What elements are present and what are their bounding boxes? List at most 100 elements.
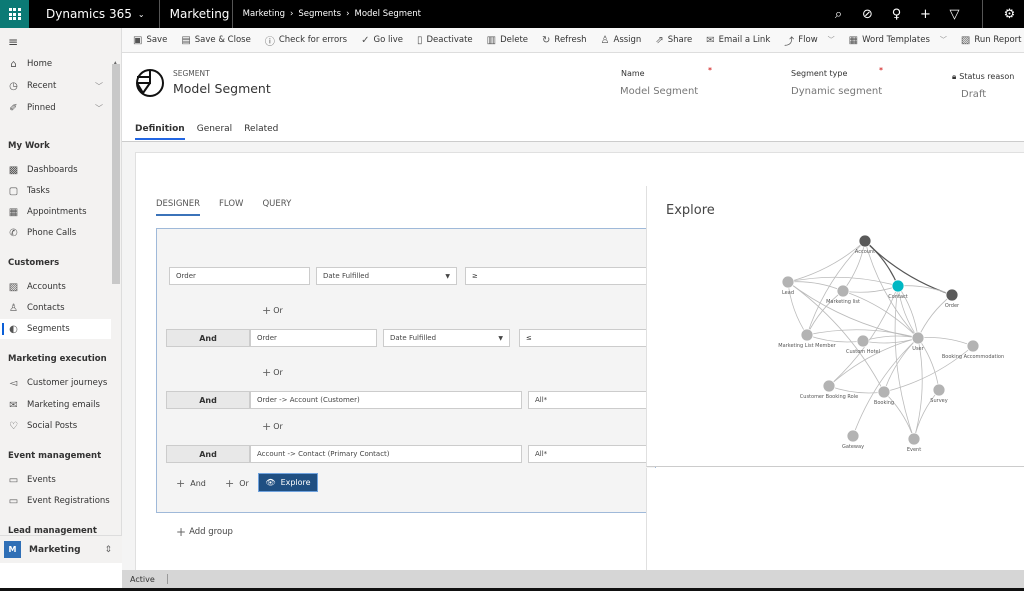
search-icon[interactable]: ⌕ [824,7,853,22]
graph-node[interactable]: Survey [930,383,948,404]
deactivate-button[interactable]: ▯ Deactivate [410,28,480,53]
run-report-button[interactable]: ▧Run Report﹀ [954,28,1024,53]
sidebar-item-customer-journeys[interactable]: ◅ Customer journeys [0,373,111,393]
breadcrumb-item[interactable]: Marketing [243,9,285,19]
graph-node[interactable]: Customer Booking Role [800,379,858,400]
tab-query[interactable]: QUERY [262,199,291,216]
save-close-button[interactable]: ▤ Save & Close [174,28,258,53]
assign-button[interactable]: ♙ Assign [594,28,649,53]
sidebar-item-segments[interactable]: ◐ Segments [0,319,111,339]
area-switcher[interactable]: M Marketing ⇕ [0,535,122,563]
attribute-select[interactable]: Date Fulfilled ▼ [383,329,510,347]
delete-button[interactable]: ▥ Delete [480,28,535,53]
tab-designer[interactable]: DESIGNER [156,199,201,216]
chevron-down-icon[interactable]: ﹀ [95,81,103,92]
add-or-button[interactable]: + Or [262,420,283,433]
gear-icon[interactable]: ⚙ [995,7,1024,22]
breadcrumb-item[interactable]: Segments [298,9,341,19]
sidebar-item-dashboards[interactable]: ▩ Dashboards [0,160,111,180]
graph-node-circle[interactable] [822,379,836,393]
graph-node[interactable]: Event [907,432,921,453]
entity-field[interactable]: Order [250,329,377,347]
graph-node[interactable]: Lead [781,275,795,296]
sidebar-item-contacts[interactable]: ♙ Contacts [0,298,111,318]
go-live-button[interactable]: ✓ Go live [354,28,410,53]
graph-node[interactable]: Marketing List Member [778,328,837,349]
relationship-field[interactable]: Order -> Account (Customer) [250,391,522,409]
tab-general[interactable]: General [197,124,232,140]
graph-node-circle[interactable] [891,279,905,293]
plus-icon[interactable]: + [911,7,940,22]
sidebar-item-tasks[interactable]: ▢ Tasks [0,181,111,201]
sidebar-item-appointments[interactable]: ▦ Appointments [0,202,111,222]
save-button[interactable]: ▣ Save [126,28,174,53]
graph-node[interactable]: Account [855,234,875,255]
operator-select[interactable]: ≤ [519,329,655,347]
add-or-button[interactable]: + Or [262,366,283,379]
share-button[interactable]: ⇗ Share [648,28,699,53]
sidebar-item-accounts[interactable]: ▨ Accounts [0,277,111,297]
hamburger-menu-icon[interactable]: ≡ [8,35,18,49]
app-name-switcher[interactable]: Dynamics 365 ⌄ [29,0,160,28]
word-templates-button[interactable]: ▦ Word Templates ﹀ [842,28,954,53]
tab-definition[interactable]: Definition [135,124,185,140]
graph-node[interactable]: Booking [874,385,894,406]
refresh-button[interactable]: ↻ Refresh [535,28,594,53]
graph-node-circle[interactable] [781,275,795,289]
graph-node-circle[interactable] [966,339,980,353]
entity-field[interactable]: Order [169,267,310,285]
graph-node-circle[interactable] [945,288,959,302]
relationship-field[interactable]: Account -> Contact (Primary Contact) [250,445,522,463]
add-or-button[interactable]: + Or [262,304,283,317]
graph-node-circle[interactable] [836,284,850,298]
sidebar-item-pinned[interactable]: ✐ Pinned ﹀ [0,98,111,118]
add-group-button[interactable]: + Add group [176,525,233,539]
report-icon: ▧ [960,34,971,46]
module-name[interactable]: Marketing [160,0,233,28]
sidebar-item-event-registrations[interactable]: ▭ Event Registrations [0,491,111,511]
add-and-button[interactable]: + And [176,477,206,490]
graph-node[interactable]: Contact [888,279,908,300]
app-launcher-button[interactable] [0,0,29,28]
value-field[interactable]: All* [528,391,655,409]
chevron-down-icon[interactable]: ﹀ [95,103,103,114]
sidebar-item-social-posts[interactable]: ♡ Social Posts [0,416,111,436]
flow-button[interactable]: ⤴ Flow ﹀ [777,28,841,53]
tab-flow[interactable]: FLOW [219,199,243,216]
sidebar-item-events[interactable]: ▭ Events [0,470,111,490]
sidebar-item-marketing-emails[interactable]: ✉ Marketing emails [0,395,111,415]
graph-node-circle[interactable] [800,328,814,342]
account-icon: ▨ [8,281,19,293]
graph-node-circle[interactable] [856,334,870,348]
add-or-button[interactable]: + Or [225,477,249,490]
relationship-graph[interactable]: Account Lead Marketing list Contact Order Mar… [646,186,1024,467]
value-field[interactable]: All* [528,445,655,463]
check-errors-button[interactable]: ⓘ Check for errors [258,28,354,53]
sidebar-item-phone-calls[interactable]: ✆ Phone Calls [0,223,111,243]
lightbulb-icon[interactable]: ♀ [882,7,911,22]
graph-node-circle[interactable] [907,432,921,446]
sidebar-item-home[interactable]: ⌂ Home [0,54,111,74]
filter-icon[interactable]: ▽ [940,7,969,22]
check-circle-icon: ✓ [361,34,370,46]
graph-node[interactable]: Gateway [842,429,864,450]
graph-node-circle[interactable] [877,385,891,399]
status-reason-value: Draft [961,89,987,100]
sidebar-item-recent[interactable]: ◷ Recent ﹀ [0,76,111,96]
sidebar-scrollbar[interactable] [112,64,120,284]
graph-node-circle[interactable] [911,331,925,345]
email-link-button[interactable]: ✉ Email a Link [699,28,777,53]
graph-node-circle[interactable] [846,429,860,443]
attribute-select[interactable]: Date Fulfilled ▼ [316,267,457,285]
graph-node[interactable]: Order [945,288,960,309]
graph-node-circle[interactable] [932,383,946,397]
segment-type-value[interactable]: Dynamic segment [791,86,882,97]
task-check-icon[interactable]: ⊘ [853,7,882,22]
graph-node[interactable]: User [911,331,925,352]
explore-button[interactable]: 👁︎ Explore [258,473,318,492]
graph-node-circle[interactable] [858,234,872,248]
operator-select[interactable]: ≥ [465,267,655,285]
graph-node[interactable]: Booking Accommodation [942,339,1004,360]
name-field-value[interactable]: Model Segment [620,86,698,97]
tab-related[interactable]: Related [244,124,278,140]
